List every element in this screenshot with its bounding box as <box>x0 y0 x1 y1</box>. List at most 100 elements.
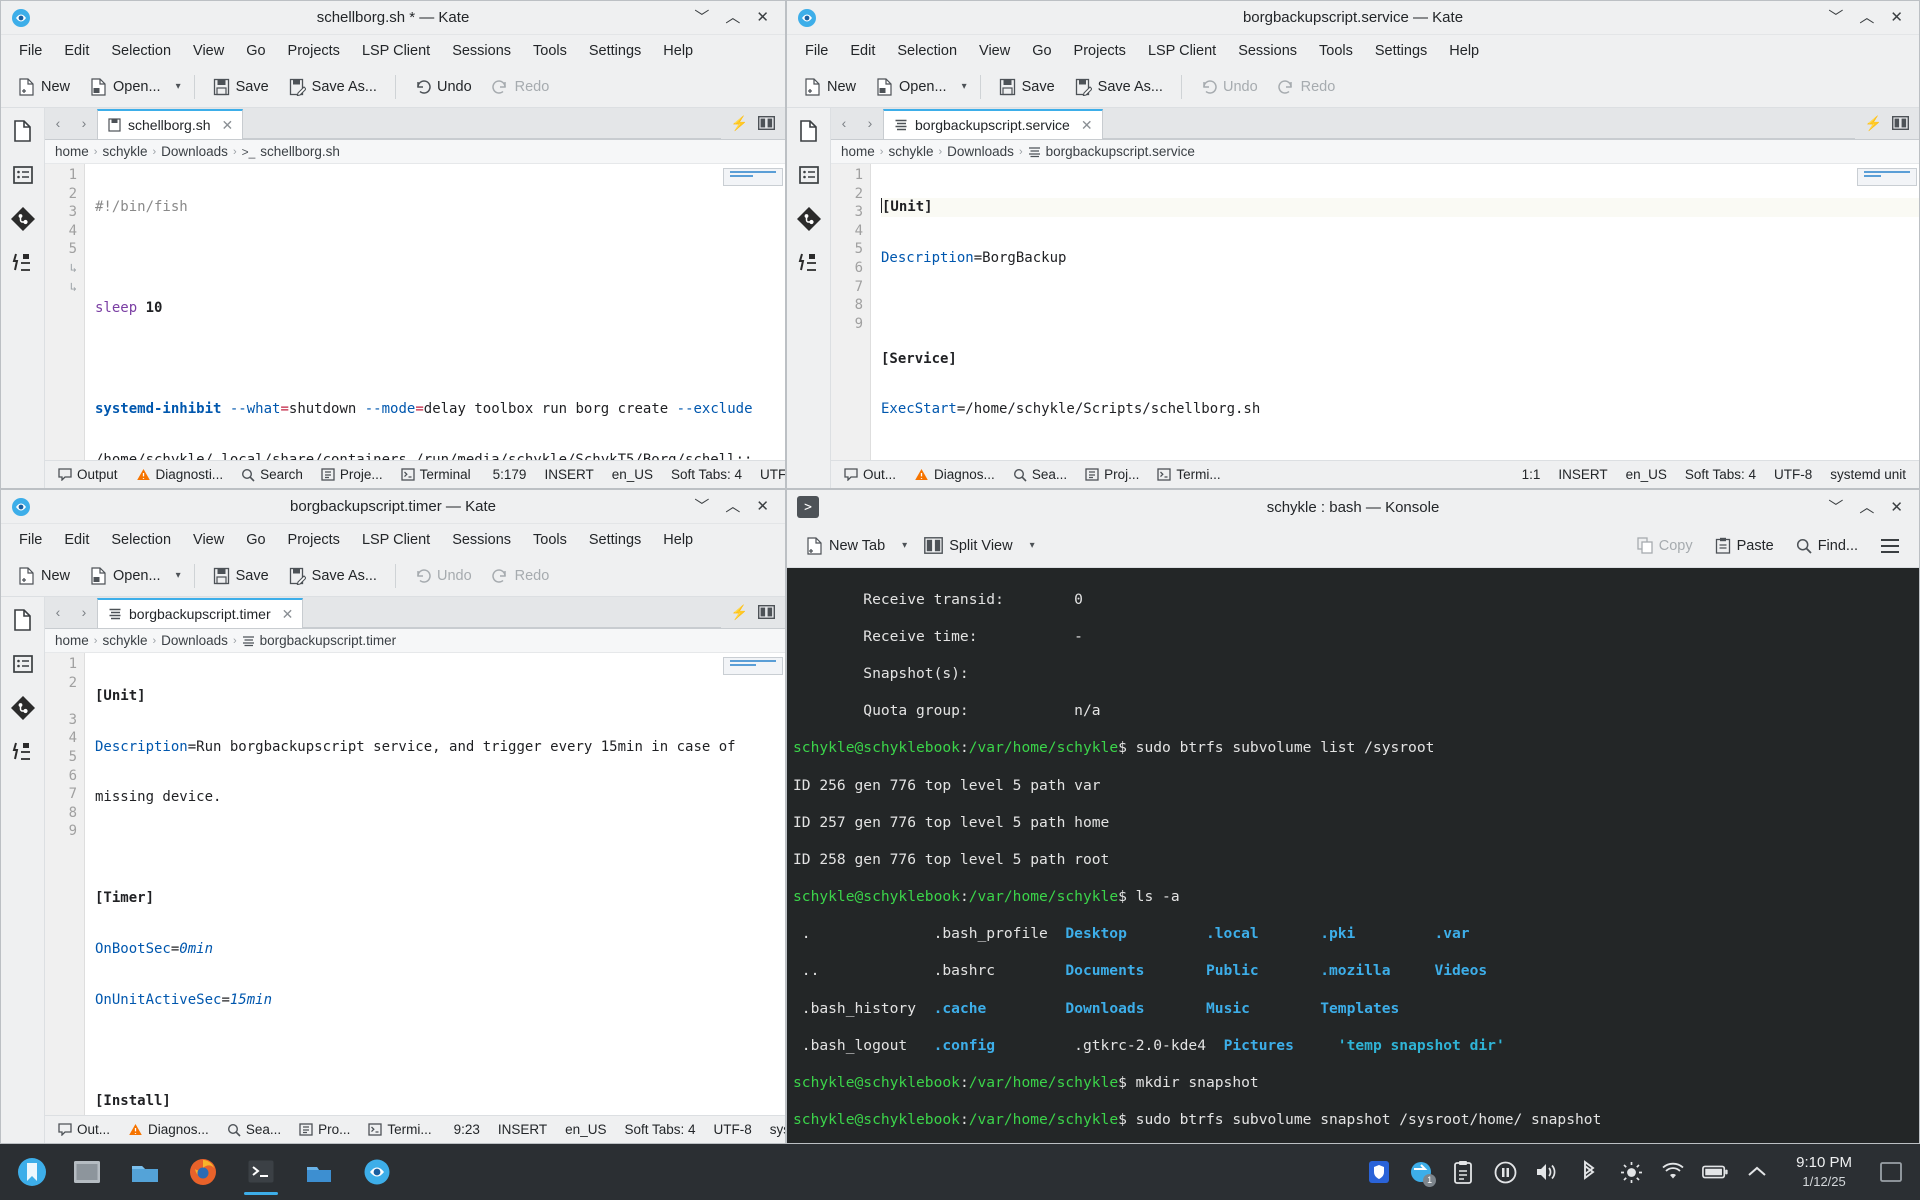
save-button-3[interactable]: Save <box>204 562 278 590</box>
breadcrumb-downloads-3[interactable]: Downloads <box>161 633 228 648</box>
menu-selection-3[interactable]: Selection <box>101 528 181 552</box>
status-terminal-3[interactable]: Termi... <box>361 1119 438 1140</box>
code-text[interactable]: #!/bin/fish sleep 10 systemd-inhibit --w… <box>85 164 785 460</box>
menu-tools[interactable]: Tools <box>523 39 577 63</box>
documents-icon-2[interactable] <box>796 118 822 144</box>
maximize-button-3[interactable]: ︿ <box>725 499 740 514</box>
taskbar-konsole-button[interactable] <box>232 1146 290 1198</box>
menu-sessions-3[interactable]: Sessions <box>442 528 521 552</box>
open-dropdown-icon[interactable]: ▾ <box>172 81 185 92</box>
breadcrumb-3[interactable]: home › schykle › Downloads › borgbackups… <box>45 629 785 653</box>
git-icon[interactable] <box>10 206 36 232</box>
taskbar-window-list-button[interactable] <box>58 1146 116 1198</box>
breadcrumb-file[interactable]: schellborg.sh <box>260 144 340 159</box>
status-terminal[interactable]: Terminal <box>394 464 478 485</box>
terminal-output[interactable]: Receive transid: 0 Receive time: - Snaps… <box>787 568 1919 1143</box>
editor-area-2[interactable]: 1 2 3 4 5 6 7 8 9 [Unit] Description=Bor… <box>831 164 1919 460</box>
open-button[interactable]: Open... <box>81 73 170 101</box>
status-insert-mode[interactable]: INSERT <box>537 464 600 485</box>
menu-lsp-client-2[interactable]: LSP Client <box>1138 39 1226 63</box>
document-tabs[interactable]: ‹ › schellborg.sh ✕ ⚡ <box>45 108 785 140</box>
status-search-3[interactable]: Sea... <box>220 1119 288 1140</box>
close-button-3[interactable]: ✕ <box>756 499 769 514</box>
menu-projects[interactable]: Projects <box>278 39 350 63</box>
editor-area-3[interactable]: 1 2 3 4 5 6 7 8 9 [Unit] Description=Run… <box>45 653 785 1115</box>
new-tab-button[interactable]: New Tab <box>797 532 894 560</box>
documents-icon-3[interactable] <box>10 607 36 633</box>
split-view-button[interactable]: Split View <box>915 532 1021 559</box>
open-dropdown-icon-2[interactable]: ▾ <box>958 81 971 92</box>
minimap-2[interactable] <box>1857 168 1917 186</box>
brightness-icon[interactable] <box>1618 1159 1644 1185</box>
taskbar-firefox-button[interactable] <box>174 1146 232 1198</box>
status-encoding[interactable]: UTF-8 <box>753 464 785 485</box>
maximize-button-2[interactable]: ︿ <box>1859 10 1874 25</box>
breadcrumb-schykle-3[interactable]: schykle <box>102 633 147 648</box>
media-pause-icon[interactable] <box>1492 1159 1518 1185</box>
hamburger-menu-button[interactable] <box>1871 533 1909 559</box>
save-button-2[interactable]: Save <box>990 73 1064 101</box>
tab-borgbackupscript-timer[interactable]: borgbackupscript.timer ✕ <box>97 598 304 628</box>
taskbar[interactable]: 1 9:10 PM 1/12/25 <box>0 1144 1920 1200</box>
save-as-button-3[interactable]: Save As... <box>280 562 386 590</box>
statusbar-2[interactable]: Out... Diagnos... Sea... Proj... Termi..… <box>831 460 1919 488</box>
minimap[interactable] <box>723 168 783 186</box>
konsole-minimize-button[interactable]: ﹀ <box>1828 500 1843 515</box>
menu-file[interactable]: File <box>9 39 52 63</box>
taskbar-kate-button[interactable] <box>348 1146 406 1198</box>
menubar-3[interactable]: File Edit Selection View Go Projects LSP… <box>1 524 785 555</box>
taskbar-discover-button[interactable] <box>290 1146 348 1198</box>
system-tray[interactable]: 1 9:10 PM 1/12/25 <box>1366 1153 1914 1191</box>
documents-icon[interactable] <box>10 118 36 144</box>
breadcrumb-home[interactable]: home <box>55 144 89 159</box>
kate-window-schellborg[interactable]: schellborg.sh * — Kate ﹀ ︿ ✕ File Edit S… <box>0 0 786 489</box>
status-insert-mode-3[interactable]: INSERT <box>491 1119 554 1140</box>
split-view-icon-2[interactable] <box>1892 116 1909 130</box>
find-button[interactable]: Find... <box>1787 533 1867 559</box>
titlebar-2[interactable]: borgbackupscript.service — Kate ﹀ ︿ ✕ <box>787 1 1919 35</box>
breadcrumb-2[interactable]: home › schykle › Downloads › borgbackups… <box>831 140 1919 164</box>
menu-file-3[interactable]: File <box>9 528 52 552</box>
clipboard-icon[interactable] <box>1450 1159 1476 1185</box>
update-icon[interactable]: 1 <box>1408 1159 1437 1187</box>
menu-view[interactable]: View <box>183 39 234 63</box>
lsp-status-icon-3[interactable]: ⚡ <box>731 604 748 621</box>
status-search-2[interactable]: Sea... <box>1006 464 1074 485</box>
status-soft-tabs-3[interactable]: Soft Tabs: 4 <box>617 1119 702 1140</box>
menubar-2[interactable]: File Edit Selection View Go Projects LSP… <box>787 35 1919 66</box>
minimize-button-2[interactable]: ﹀ <box>1828 10 1843 25</box>
status-encoding-3[interactable]: UTF-8 <box>707 1119 759 1140</box>
paste-button[interactable]: Paste <box>1706 532 1783 559</box>
status-insert-mode-2[interactable]: INSERT <box>1551 464 1614 485</box>
status-highlight-mode-2[interactable]: systemd unit <box>1823 464 1913 485</box>
minimap-3[interactable] <box>723 657 783 675</box>
filesystem-icon-2[interactable] <box>796 162 822 188</box>
volume-icon[interactable] <box>1534 1159 1560 1185</box>
status-cursor-position[interactable]: 5:179 <box>486 464 534 485</box>
tab-borgbackupscript-service[interactable]: borgbackupscript.service ✕ <box>883 109 1103 139</box>
tab-back-button-2[interactable]: ‹ <box>831 107 857 139</box>
taskbar-dolphin-button[interactable] <box>116 1146 174 1198</box>
status-highlight-mode-3[interactable]: systemd unit <box>763 1119 785 1140</box>
status-cursor-position-2[interactable]: 1:1 <box>1515 464 1548 485</box>
breadcrumb[interactable]: home › schykle › Downloads › >_ schellbo… <box>45 140 785 164</box>
menu-view-3[interactable]: View <box>183 528 234 552</box>
new-button[interactable]: New <box>9 73 79 101</box>
tab-forward-button[interactable]: › <box>71 107 97 139</box>
git-icon-2[interactable] <box>796 206 822 232</box>
status-cursor-position-3[interactable]: 9:23 <box>447 1119 487 1140</box>
status-soft-tabs[interactable]: Soft Tabs: 4 <box>664 464 749 485</box>
save-as-button-2[interactable]: Save As... <box>1066 73 1172 101</box>
split-view-dropdown-icon[interactable]: ▾ <box>1026 540 1039 551</box>
menu-selection-2[interactable]: Selection <box>887 39 967 63</box>
new-button-2[interactable]: New <box>795 73 865 101</box>
maximize-button[interactable]: ︿ <box>725 10 740 25</box>
kate-window-timer[interactable]: borgbackupscript.timer — Kate ﹀ ︿ ✕ File… <box>0 489 786 1144</box>
lsp-symbols-icon-2[interactable] <box>796 250 822 276</box>
status-terminal-2[interactable]: Termi... <box>1150 464 1227 485</box>
konsole-close-button[interactable]: ✕ <box>1890 500 1903 515</box>
konsole-maximize-button[interactable]: ︿ <box>1859 500 1874 515</box>
window-controls-3[interactable]: ﹀ ︿ ✕ <box>694 499 785 514</box>
menu-edit[interactable]: Edit <box>54 39 99 63</box>
bluetooth-icon[interactable] <box>1576 1159 1602 1185</box>
